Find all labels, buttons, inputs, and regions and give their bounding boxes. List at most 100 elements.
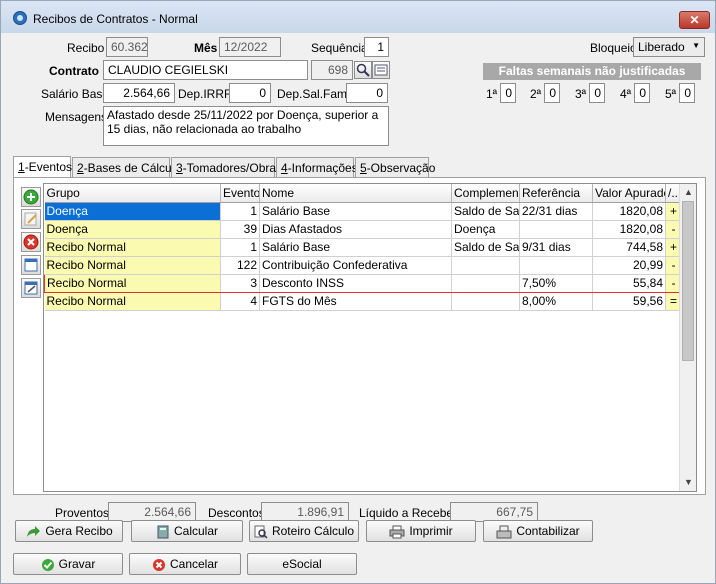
cell-valor: 20,99 (592, 256, 666, 275)
title-bar: Recibos de Contratos - Normal ✕ (1, 1, 715, 33)
window-title: Recibos de Contratos - Normal (33, 12, 198, 26)
cell-nome: Salário Base (259, 238, 452, 257)
contrato-label: Contrato (49, 64, 99, 78)
imprimir-button[interactable]: Imprimir (366, 520, 476, 542)
table-row[interactable]: Recibo Normal 122 Contribuição Confedera… (44, 256, 682, 275)
cell-referencia: 8,00% (519, 292, 593, 311)
dep-salfam-label: Dep.Sal.Fam. (277, 87, 351, 101)
col-referencia[interactable]: Referência (519, 184, 593, 203)
cell-grupo: Doença (44, 220, 221, 239)
table-row-selected[interactable]: Recibo Normal 3 Desconto INSS 7,50% 55,8… (44, 273, 682, 293)
gera-recibo-button[interactable]: Gera Recibo (15, 520, 123, 542)
contrato-field[interactable]: CLAUDIO CEGIELSKI (103, 60, 308, 80)
grid-scrollbar[interactable]: ▲ ▼ (679, 184, 696, 491)
contrato-search-button[interactable] (354, 61, 372, 79)
cancelar-button[interactable]: Cancelar (129, 553, 241, 575)
week-5-field[interactable]: 0 (679, 83, 695, 103)
cell-grupo: Recibo Normal (44, 292, 221, 311)
week-4-field[interactable]: 0 (634, 83, 650, 103)
tab-eventos-label: -Eventos (24, 160, 73, 174)
table-row[interactable]: Recibo Normal 1 Salário Base Saldo de Sa… (44, 238, 682, 257)
col-evento[interactable]: Evento (220, 184, 260, 203)
edit-evento-button[interactable] (21, 209, 41, 229)
scroll-down-icon[interactable]: ▼ (680, 474, 697, 491)
sequencia-field[interactable]: 1 (364, 37, 389, 57)
tab-informacoes[interactable]: 4-Informações (276, 157, 358, 177)
window-edit-icon (24, 281, 38, 295)
window-icon (24, 258, 38, 272)
tab-bases-label: -Bases de Cálculo (83, 161, 182, 175)
week-2-field[interactable]: 0 (544, 83, 560, 103)
calculator-icon (157, 525, 169, 539)
cell-evento: 122 (220, 256, 260, 275)
week-3-field[interactable]: 0 (589, 83, 605, 103)
col-grupo[interactable]: Grupo (44, 184, 221, 203)
tab-bases-key: 2 (77, 161, 84, 175)
add-evento-button[interactable] (21, 187, 41, 207)
edit-window-button[interactable] (21, 278, 41, 298)
printer-icon (389, 525, 405, 539)
delete-evento-button[interactable] (21, 232, 41, 252)
dep-irrf-field[interactable]: 0 (229, 83, 271, 103)
contrato-number-field[interactable]: 698 (311, 60, 353, 80)
cell-evento: 3 (220, 273, 260, 293)
contabilizar-label: Contabilizar (516, 524, 580, 538)
roteiro-calculo-label: Roteiro Cálculo (271, 524, 355, 538)
gera-recibo-label: Gera Recibo (45, 524, 113, 538)
gravar-label: Gravar (58, 557, 96, 571)
roteiro-calculo-button[interactable]: Roteiro Cálculo (249, 520, 359, 542)
table-row[interactable]: Doença 1 Salário Base Saldo de Salário 2… (44, 202, 682, 221)
cell-nome: Contribuição Confederativa (259, 256, 452, 275)
tab-observacao-label: -Observação (366, 161, 436, 175)
bloqueio-select[interactable]: Liberado ▼ (633, 37, 705, 57)
cell-evento: 1 (220, 202, 260, 221)
esocial-label: eSocial (282, 557, 322, 571)
cash-register-icon (496, 525, 512, 539)
plus-circle-icon (23, 189, 39, 205)
cell-nome: FGTS do Mês (259, 292, 452, 311)
contrato-details-button[interactable] (372, 61, 390, 79)
scroll-up-icon[interactable]: ▲ (680, 184, 697, 201)
mes-field[interactable]: 12/2022 (219, 37, 281, 57)
tab-observacao[interactable]: 5-Observação (355, 157, 435, 177)
tab-bases-calculo[interactable]: 2-Bases de Cálculo (72, 157, 181, 177)
contabilizar-button[interactable]: Contabilizar (483, 520, 593, 542)
faltas-title: Faltas semanais não justificadas (483, 63, 701, 80)
recibo-field[interactable]: 60.362 (106, 37, 148, 57)
bloqueio-value: Liberado (638, 40, 685, 54)
salario-field[interactable]: 2.564,66 (103, 83, 175, 103)
tab-tomadores-obras[interactable]: 3-Tomadores/Obras (171, 157, 282, 177)
col-valor-apurado[interactable]: Valor Apurado (592, 184, 666, 203)
tab-informacoes-key: 4 (281, 161, 288, 175)
mensagens-field[interactable]: Afastado desde 25/11/2022 por Doença, su… (103, 106, 389, 146)
cell-grupo: Doença (44, 202, 221, 221)
cell-referencia: 9/31 dias (519, 238, 593, 257)
col-nome[interactable]: Nome (259, 184, 452, 203)
cell-complemento: Saldo de Salário (451, 202, 520, 221)
cell-complemento (451, 256, 520, 275)
cell-referencia (519, 220, 593, 239)
cell-complemento (451, 273, 520, 293)
magnifier-icon (356, 63, 370, 77)
view-evento-button[interactable] (21, 255, 41, 275)
gravar-button[interactable]: Gravar (13, 553, 123, 575)
col-complemento[interactable]: Complemento (451, 184, 520, 203)
close-button[interactable]: ✕ (679, 11, 710, 29)
mes-label: Mês (194, 41, 218, 55)
table-row[interactable]: Doença 39 Dias Afastados Doença 1820,08 … (44, 220, 682, 239)
calcular-button[interactable]: Calcular (131, 520, 243, 542)
tab-eventos[interactable]: 1-Eventos (13, 156, 73, 178)
cell-nome: Desconto INSS (259, 273, 452, 293)
tab-tomadores-label: -Tomadores/Obras (182, 161, 283, 175)
esocial-button[interactable]: eSocial (247, 553, 357, 575)
dep-salfam-field[interactable]: 0 (346, 83, 388, 103)
week-1-field[interactable]: 0 (500, 83, 516, 103)
table-row[interactable]: Recibo Normal 4 FGTS do Mês 8,00% 59,56 … (44, 292, 682, 311)
cell-grupo: Recibo Normal (44, 273, 221, 293)
grid-header-row: Grupo Evento Nome Complemento Referência… (44, 184, 682, 203)
scroll-thumb[interactable] (682, 201, 694, 361)
dep-irrf-label: Dep.IRRF (178, 87, 232, 101)
salario-label: Salário Base (41, 87, 110, 101)
eventos-grid[interactable]: Grupo Evento Nome Complemento Referência… (43, 183, 697, 492)
cell-evento: 4 (220, 292, 260, 311)
